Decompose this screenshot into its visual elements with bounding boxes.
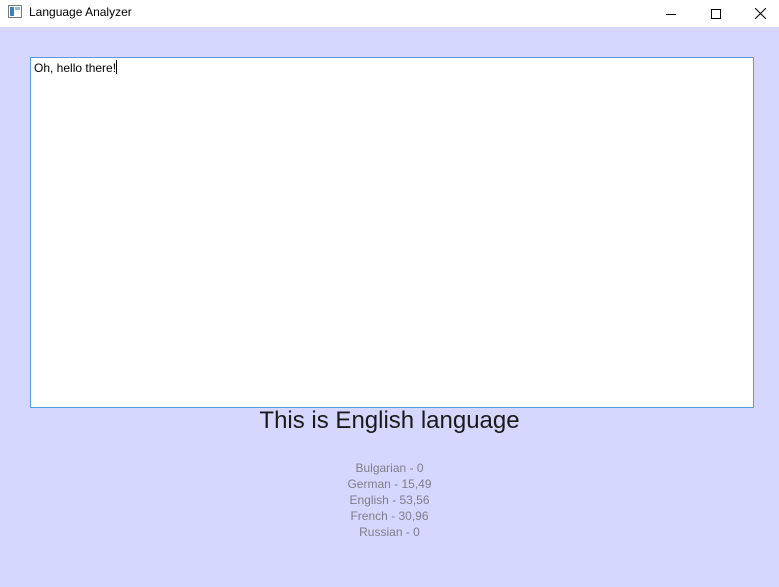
maximize-icon	[710, 8, 721, 19]
close-button[interactable]	[738, 0, 779, 27]
minimize-button[interactable]	[648, 0, 693, 27]
text-caret	[116, 60, 118, 74]
title-bar[interactable]: Language Analyzer	[0, 0, 779, 27]
score-french: French - 30,96	[350, 509, 429, 523]
app-icon	[8, 5, 22, 18]
language-scores: Bulgarian - 0 German - 15,49 English - 5…	[0, 460, 779, 540]
input-text: Oh, hello there!	[34, 61, 117, 75]
score-russian: Russian - 0	[359, 525, 420, 539]
score-english: English - 53,56	[349, 493, 430, 507]
detected-language-label: This is English language	[259, 407, 520, 434]
close-icon	[755, 8, 766, 19]
minimize-icon	[665, 9, 676, 19]
score-bulgarian: Bulgarian - 0	[355, 461, 424, 475]
score-german: German - 15,49	[347, 477, 432, 491]
text-input[interactable]: Oh, hello there!	[30, 57, 754, 408]
maximize-button[interactable]	[693, 0, 738, 27]
window-title: Language Analyzer	[29, 5, 132, 19]
